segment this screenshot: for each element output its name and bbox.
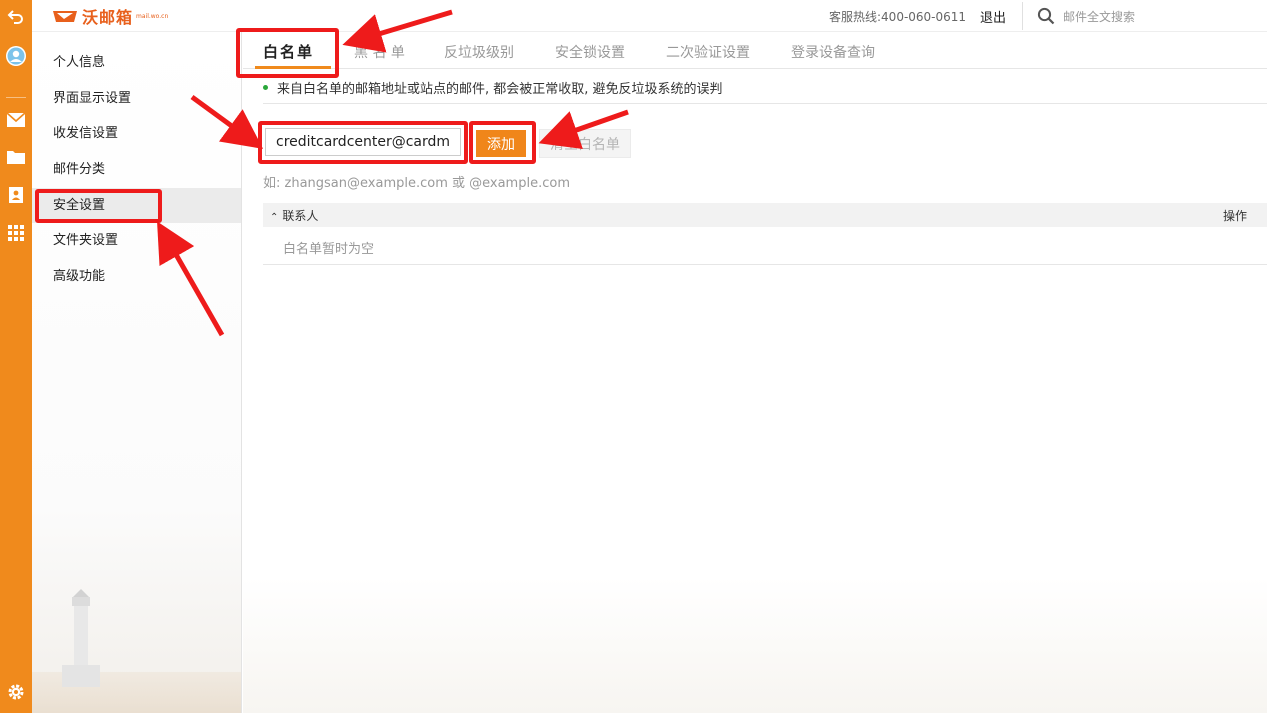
logo-text: 沃邮箱 xyxy=(82,8,134,27)
folder-icon[interactable] xyxy=(0,143,32,171)
whitelist-table-header: ⌃ 联系人 操作 xyxy=(263,203,1267,227)
back-icon[interactable] xyxy=(0,2,32,30)
tab-two-step-verification[interactable]: 二次验证设置 xyxy=(666,42,750,62)
search-input[interactable]: 邮件全文搜索 xyxy=(1063,8,1135,25)
clear-whitelist-button[interactable]: 清空白名单 xyxy=(539,129,631,158)
table-row: 白名单暂时为空 xyxy=(263,227,1267,265)
tab-antispam-level[interactable]: 反垃圾级别 xyxy=(444,42,514,62)
mail-icon[interactable] xyxy=(0,106,32,134)
sidebar-item-send-receive[interactable]: 收发信设置 xyxy=(32,116,241,151)
whitelist-notice: 来自白名单的邮箱地址或站点的邮件, 都会被正常收取, 避免反垃圾系统的误判 xyxy=(263,78,723,97)
column-contact[interactable]: ⌃ 联系人 xyxy=(270,207,318,224)
sidebar-item-advanced[interactable]: 高级功能 xyxy=(32,259,241,294)
settings-sidebar: 个人信息 界面显示设置 收发信设置 邮件分类 安全设置 文件夹设置 高级功能 xyxy=(32,32,242,713)
contacts-icon[interactable] xyxy=(0,181,32,209)
app-rail xyxy=(0,0,32,713)
search-icon[interactable] xyxy=(1037,7,1055,29)
apps-grid-icon[interactable] xyxy=(0,219,32,247)
sidebar-item-display[interactable]: 界面显示设置 xyxy=(32,81,241,116)
active-tab-underline xyxy=(255,66,331,69)
tab-whitelist[interactable]: 白名单 xyxy=(263,41,314,62)
top-bar: 沃邮箱 mail.wo.cn 客服热线:400-060-0611 退出 邮件全文… xyxy=(32,0,1267,32)
sort-up-icon: ⌃ xyxy=(270,212,279,223)
whitelist-email-input[interactable] xyxy=(265,128,461,156)
bullet-dot xyxy=(263,85,268,90)
lighthouse-decoration xyxy=(62,589,100,687)
tab-security-lock[interactable]: 安全锁设置 xyxy=(555,42,625,62)
logo-subtext: mail.wo.cn xyxy=(136,12,169,20)
avatar-icon[interactable] xyxy=(0,42,32,70)
notice-text: 来自白名单的邮箱地址或站点的邮件, 都会被正常收取, 避免反垃圾系统的误判 xyxy=(277,82,723,97)
service-hotline: 客服热线:400-060-0611 xyxy=(829,10,967,24)
security-tabs: 白名单 黑 名 单 反垃圾级别 安全锁设置 二次验证设置 登录设备查询 xyxy=(243,32,1267,69)
sidebar-item-profile[interactable]: 个人信息 xyxy=(32,45,241,80)
input-hint: 如: zhangsan@example.com 或 @example.com xyxy=(263,176,570,191)
tab-blacklist[interactable]: 黑 名 单 xyxy=(354,42,405,62)
column-action: 操作 xyxy=(1222,209,1247,223)
sidebar-item-folders[interactable]: 文件夹设置 xyxy=(32,223,241,258)
logo-envelope-icon xyxy=(53,11,77,22)
empty-state-text: 白名单暂时为空 xyxy=(283,242,375,257)
logo[interactable]: 沃邮箱 mail.wo.cn xyxy=(52,6,169,27)
sidebar-item-mail-category[interactable]: 邮件分类 xyxy=(32,152,241,187)
gear-icon[interactable] xyxy=(0,678,32,706)
logout-link[interactable]: 退出 xyxy=(980,7,1006,26)
main-content: 白名单 黑 名 单 反垃圾级别 安全锁设置 二次验证设置 登录设备查询 来自白名… xyxy=(243,32,1267,713)
sidebar-item-security[interactable]: 安全设置 xyxy=(32,188,241,223)
tab-login-devices[interactable]: 登录设备查询 xyxy=(791,42,875,62)
add-button[interactable]: 添加 xyxy=(476,130,526,157)
